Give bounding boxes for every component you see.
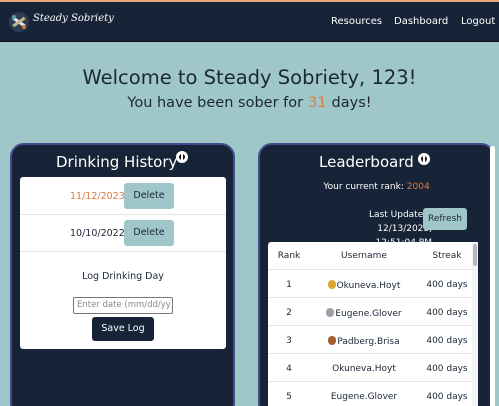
row-username: Okuneva.Hoyt — [310, 280, 418, 291]
nav-link-dashboard[interactable]: Dashboard — [394, 16, 448, 27]
navbar: Steady Sobriety Resources Dashboard Logo… — [0, 2, 499, 42]
save-log-button[interactable]: Save Log — [92, 317, 154, 341]
row-rank: 1 — [286, 280, 292, 290]
username-text: Padberg.Brisa — [337, 337, 400, 347]
welcome-heading: Welcome to Steady Sobriety, 123! — [82, 66, 417, 89]
log-drinking-day-title: Log Drinking Day — [82, 271, 164, 282]
table-scrollbar[interactable] — [472, 242, 478, 406]
table-row: 5 Eugene.Glover 400 days — [268, 382, 478, 406]
row-username: Eugene.Glover — [310, 308, 418, 319]
leaderboard-panel: Leaderboard Your current rank: 2004 Last… — [258, 143, 495, 406]
row-streak: 400 days — [426, 308, 468, 318]
row-streak: 400 days — [426, 336, 468, 346]
rank-value: 2004 — [406, 182, 430, 192]
bronze-medal-icon — [328, 336, 337, 345]
dumbbell-logo-icon[interactable] — [8, 11, 30, 33]
row-streak: 400 days — [426, 280, 468, 290]
sober-suffix: days! — [331, 95, 372, 111]
history-entry-date: 10/10/2022 — [70, 228, 125, 239]
drinking-history-title: Drinking History — [56, 153, 178, 171]
row-username: Padberg.Brisa — [310, 336, 418, 347]
row-rank: 4 — [286, 364, 292, 374]
date-input[interactable]: Enter date (mm/dd/yy) — [73, 297, 173, 314]
history-entry: 10/10/2022 Delete — [20, 216, 226, 252]
table-row: 3 Padberg.Brisa 400 days — [268, 326, 478, 354]
table-row: 2 Eugene.Glover 400 days — [268, 298, 478, 326]
table-scrollbar-thumb[interactable] — [473, 244, 477, 266]
sober-prefix: You have been sober for — [127, 95, 304, 111]
row-rank: 5 — [286, 392, 292, 402]
row-username: Eugene.Glover — [330, 392, 398, 402]
drinking-history-panel: Drinking History 11/12/2023 Delete 10/10… — [10, 143, 235, 406]
brand-name[interactable]: Steady Sobriety — [33, 13, 114, 24]
last-updated-date: Last Updated: 12/13/2023, — [369, 210, 432, 234]
column-header-username: Username — [341, 251, 387, 261]
delete-button[interactable]: Delete — [124, 220, 174, 246]
username-text: Okuneva.Hoyt — [336, 281, 401, 291]
silver-medal-icon — [326, 308, 335, 317]
delete-button[interactable]: Delete — [124, 183, 174, 209]
history-entry-date: 11/12/2023 — [70, 191, 125, 202]
info-icon[interactable] — [176, 151, 188, 163]
rank-label: Your current rank: — [323, 182, 404, 192]
current-rank: Your current rank: 2004 — [260, 182, 493, 192]
nav-link-resources[interactable]: Resources — [331, 16, 382, 27]
info-icon[interactable] — [418, 153, 430, 165]
column-header-streak: Streak — [432, 251, 462, 261]
row-streak: 400 days — [426, 392, 468, 402]
history-card: 11/12/2023 Delete 10/10/2022 Delete Log … — [20, 177, 226, 349]
column-header-rank: Rank — [277, 251, 301, 261]
gold-medal-icon — [327, 280, 336, 289]
table-row: 4 Okuneva.Hoyt 400 days — [268, 354, 478, 382]
sober-status: You have been sober for 31 days! — [0, 95, 499, 111]
username-text: Eugene.Glover — [335, 309, 402, 319]
page-scrollbar[interactable] — [490, 146, 495, 406]
row-rank: 3 — [286, 336, 292, 346]
row-username: Okuneva.Hoyt — [332, 364, 396, 374]
row-streak: 400 days — [426, 364, 468, 374]
table-row: 1 Okuneva.Hoyt 400 days — [268, 270, 478, 298]
leaderboard-table: Rank Username Streak 1 Okuneva.Hoyt 400 … — [268, 242, 478, 406]
leaderboard-title: Leaderboard — [319, 153, 414, 171]
history-entry: 11/12/2023 Delete — [20, 179, 226, 215]
refresh-button[interactable]: Refresh — [423, 208, 467, 230]
row-rank: 2 — [286, 308, 292, 318]
nav-link-logout[interactable]: Logout — [461, 16, 495, 27]
sober-days-count: 31 — [308, 95, 327, 111]
table-header: Rank Username Streak — [268, 242, 478, 270]
